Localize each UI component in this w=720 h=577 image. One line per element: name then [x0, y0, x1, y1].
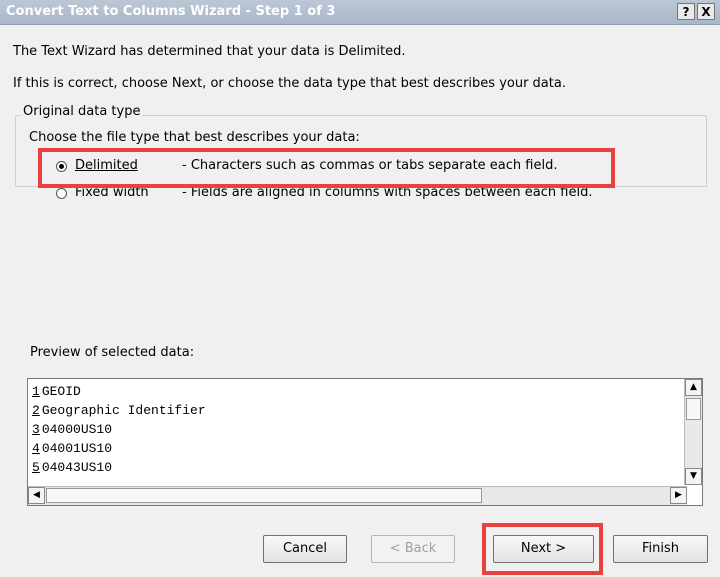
scroll-right-icon[interactable]: ▶: [670, 487, 687, 504]
scroll-thumb[interactable]: [686, 398, 701, 420]
vertical-scrollbar[interactable]: ▲ ▼: [684, 379, 702, 485]
row-number: 4: [32, 441, 40, 456]
scroll-left-icon[interactable]: ◀: [28, 487, 45, 504]
row-number: 5: [32, 460, 40, 475]
text-to-columns-dialog: Convert Text to Columns Wizard - Step 1 …: [0, 0, 720, 577]
row-number: 2: [32, 403, 40, 418]
title-bar: Convert Text to Columns Wizard - Step 1 …: [0, 0, 720, 25]
close-button[interactable]: X: [697, 3, 715, 20]
window-title: Convert Text to Columns Wizard - Step 1 …: [6, 4, 336, 19]
preview-row: 3 04000US10: [32, 422, 112, 437]
help-button[interactable]: ?: [677, 3, 695, 20]
cancel-button[interactable]: Cancel: [263, 535, 347, 563]
row-text: Geographic Identifier: [41, 403, 206, 418]
row-text: 04000US10: [41, 422, 113, 437]
back-button[interactable]: < Back: [371, 535, 455, 563]
info-line-1: The Text Wizard has determined that your…: [13, 44, 406, 59]
fixed-width-radio[interactable]: [56, 188, 67, 199]
file-type-prompt: Choose the file type that best describes…: [29, 130, 360, 145]
row-number: 1: [32, 384, 40, 399]
row-text: 04001US10: [41, 441, 113, 456]
horizontal-scroll-thumb[interactable]: [46, 488, 482, 503]
row-text: 04043US10: [41, 460, 113, 475]
row-number: 3: [32, 422, 40, 437]
data-preview-panel: 1 GEOID 2 Geographic Identifier 3 04000US10…: [27, 378, 703, 506]
next-highlight-box: [482, 523, 603, 575]
row-text: GEOID: [41, 384, 81, 399]
group-legend: Original data type: [21, 104, 143, 119]
horizontal-scrollbar[interactable]: ◀ ▶: [28, 486, 687, 505]
delimited-highlight-box: [38, 148, 615, 188]
info-line-2: If this is correct, choose Next, or choo…: [13, 76, 566, 91]
preview-row: 1 GEOID: [32, 384, 81, 399]
preview-row: 2 Geographic Identifier: [32, 403, 206, 418]
preview-row: 4 04001US10: [32, 441, 112, 456]
scroll-up-icon[interactable]: ▲: [685, 379, 702, 396]
preview-row: 5 04043US10: [32, 460, 112, 475]
scroll-down-icon[interactable]: ▼: [685, 468, 702, 485]
preview-label: Preview of selected data:: [30, 345, 195, 360]
finish-button[interactable]: Finish: [613, 535, 708, 563]
